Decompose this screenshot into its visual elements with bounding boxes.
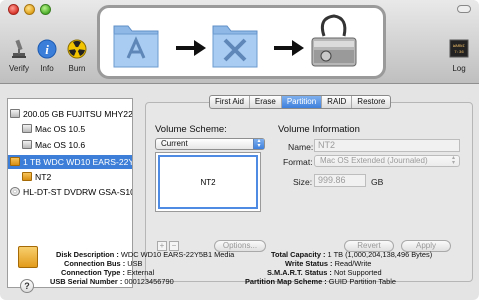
detail-value: Not Supported [333,268,382,277]
zoom-window-button[interactable] [40,4,51,15]
external-drive-icon [18,246,38,268]
tab-restore[interactable]: Restore [352,96,390,108]
external-volume-icon [22,172,32,181]
disk-utility-icon [311,14,357,67]
volume-information-heading: Volume Information [278,124,360,135]
svg-text:WARNI: WARNI [453,45,465,49]
updown-arrows-icon: ▴ ▾ [451,155,455,166]
detail-key: Total Capacity : [271,250,326,259]
device-label: 200.05 GB FUJITSU MHY22... [23,109,133,119]
burn-button[interactable]: Burn [64,38,90,73]
device-label: Mac OS 10.6 [35,140,86,150]
utilities-folder-icon [212,25,258,68]
svg-text:7:36: 7:36 [454,51,464,55]
format-value: Mac OS Extended (Journaled) [320,156,428,165]
svg-text:i: i [45,42,49,57]
arrow-right-icon [176,40,206,56]
info-label: Info [40,64,54,73]
format-select[interactable]: Mac OS Extended (Journaled) ▴ ▾ [314,155,460,167]
minimize-window-button[interactable] [24,4,35,15]
detail-total-capacity: Total Capacity : 1 TB (1,000,204,138,496… [271,250,432,259]
tab-erase[interactable]: Erase [250,96,282,108]
log-button[interactable]: WARNI 7:36 Log [447,38,471,73]
applications-folder-icon [113,25,159,68]
burn-label: Burn [68,64,86,73]
partition-map[interactable]: NT2 [155,152,261,212]
detail-value: GUID Partition Table [328,277,397,286]
info-icon: i [37,39,57,59]
info-button[interactable]: i Info [36,38,58,73]
microscope-icon [12,39,26,58]
volume-item[interactable]: NT2 [8,170,132,184]
detail-smart-status: S.M.A.R.T. Status : Not Supported [267,268,382,277]
device-item[interactable]: HL-DT-ST DVDRW GSA-S10 [8,185,133,199]
device-label: Mac OS 10.5 [35,124,86,134]
name-label: Name: [288,142,314,152]
detail-usb-serial: USB Serial Number : 000123456790 [50,277,174,286]
disk-utility-window: Verify i Info Burn WARNI 7:36 Log 200.05… [0,0,479,300]
detail-disk-description: Disk Description : WDC WD10 EARS-22Y5B1 … [56,250,234,259]
detail-value: 1 TB (1,000,204,138,496 Bytes) [327,250,433,259]
updown-arrows-icon: ▴ ▾ [253,138,264,149]
close-window-button[interactable] [8,4,19,15]
navigation-path-banner [97,5,386,79]
optical-drive-icon [10,187,20,196]
console-log-icon: WARNI 7:36 [449,39,469,58]
size-label: Size: [293,177,313,187]
tab-bar: First Aid Erase Partition RAID Restore [209,95,392,109]
log-label: Log [452,64,466,73]
format-label: Format: [283,157,313,167]
volume-scheme-select[interactable]: Current ▴ ▾ [155,138,265,150]
detail-value: 000123456790 [124,277,174,286]
detail-key: Connection Type : [61,268,125,277]
volume-scheme-value: Current [161,139,188,148]
detail-value: USB [127,259,143,268]
external-drive-icon [10,157,20,166]
device-label: 1 TB WDC WD10 EARS-22Y [23,157,133,167]
detail-value: WDC WD10 EARS-22Y5B1 Media [120,250,235,259]
tab-partition[interactable]: Partition [281,96,323,108]
help-button[interactable]: ? [20,279,34,293]
volume-item[interactable]: Mac OS 10.5 [8,122,132,136]
detail-key: Disk Description : [56,250,119,259]
volume-scheme-heading: Volume Scheme: [155,124,227,135]
verify-label: Verify [8,64,29,73]
device-label: HL-DT-ST DVDRW GSA-S10 [23,187,133,197]
size-unit: GB [371,177,384,187]
device-label: NT2 [35,172,52,182]
tab-first-aid[interactable]: First Aid [210,96,250,108]
name-field[interactable]: NT2 [314,139,460,152]
size-field[interactable]: 999.86 [314,174,366,187]
detail-value: External [126,268,155,277]
tab-raid[interactable]: RAID [322,96,353,108]
device-item-selected[interactable]: 1 TB WDC WD10 EARS-22Y [8,155,133,169]
detail-key: S.M.A.R.T. Status : [267,268,332,277]
detail-value: Read/Write [334,259,372,268]
volume-icon [22,124,32,133]
hard-drive-icon [10,109,20,118]
detail-key: Partition Map Scheme : [245,277,327,286]
toolbar-toggle-button[interactable] [457,5,471,13]
detail-key: Connection Bus : [64,259,126,268]
device-item[interactable]: 200.05 GB FUJITSU MHY22... [8,107,133,121]
detail-connection-type: Connection Type : External [61,268,154,277]
partition-block[interactable]: NT2 [158,155,258,209]
burn-icon [67,39,87,59]
detail-connection-bus: Connection Bus : USB [64,259,142,268]
volume-icon [22,140,32,149]
detail-write-status: Write Status : Read/Write [285,259,371,268]
arrow-right-icon [274,40,304,56]
verify-button[interactable]: Verify [8,38,30,73]
detail-key: Write Status : [285,259,333,268]
detail-partition-map-scheme: Partition Map Scheme : GUID Partition Ta… [245,277,396,286]
detail-key: USB Serial Number : [50,277,123,286]
volume-item[interactable]: Mac OS 10.6 [8,138,132,152]
